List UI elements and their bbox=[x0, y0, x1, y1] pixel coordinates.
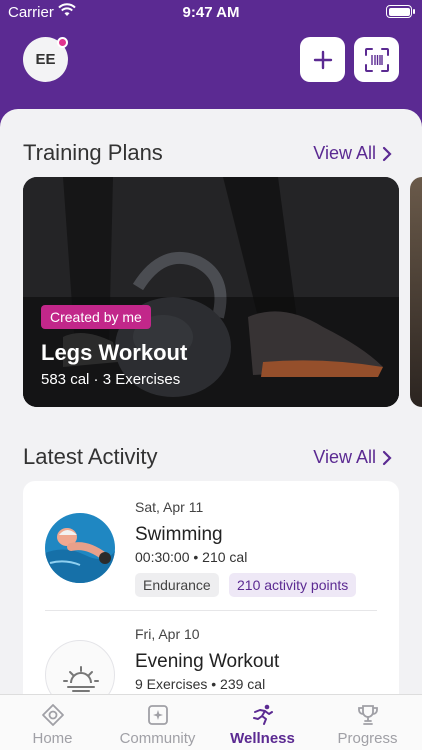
view-all-label: View All bbox=[313, 447, 376, 467]
activity-item[interactable]: Sat, Apr 11 Swimming 00:30:00 • 210 cal … bbox=[23, 481, 399, 611]
clock: 9:47 AM bbox=[182, 4, 240, 21]
activity-meta: 00:30:00 • 210 cal bbox=[135, 549, 248, 565]
activity-date: Fri, Apr 10 bbox=[135, 626, 200, 642]
plan-title: Legs Workout bbox=[41, 340, 188, 365]
scan-barcode-button[interactable] bbox=[354, 37, 399, 82]
tab-home[interactable]: Home bbox=[0, 695, 105, 750]
tab-progress[interactable]: Progress bbox=[315, 695, 420, 750]
training-plans-title: Training Plans bbox=[23, 140, 163, 165]
tab-label: Home bbox=[32, 730, 73, 747]
training-plan-card[interactable]: Created by me Legs Workout 583 cal · 3 E… bbox=[23, 177, 399, 407]
tab-label: Wellness bbox=[230, 730, 295, 747]
latest-activity-view-all-link[interactable]: View All bbox=[313, 447, 392, 468]
battery-icon bbox=[386, 5, 415, 18]
avatar[interactable]: EE bbox=[23, 37, 68, 82]
add-button[interactable] bbox=[300, 37, 345, 82]
home-icon bbox=[41, 704, 64, 726]
avatar-initials: EE bbox=[35, 51, 56, 68]
chevron-right-icon bbox=[382, 146, 392, 161]
barcode-scan-icon bbox=[364, 47, 389, 72]
chevron-right-icon bbox=[382, 450, 392, 465]
training-plans-view-all-link[interactable]: View All bbox=[313, 143, 392, 164]
next-plan-card-peek[interactable] bbox=[410, 177, 422, 407]
tab-wellness[interactable]: Wellness bbox=[210, 695, 315, 750]
trophy-icon bbox=[357, 705, 378, 725]
activity-name: Evening Workout bbox=[135, 651, 280, 672]
latest-activity-card: Sat, Apr 11 Swimming 00:30:00 • 210 cal … bbox=[23, 481, 399, 721]
endurance-tag: Endurance bbox=[135, 573, 219, 597]
plus-icon bbox=[313, 50, 332, 69]
created-by-me-badge: Created by me bbox=[41, 305, 151, 329]
notification-dot bbox=[57, 37, 68, 48]
wellness-icon bbox=[252, 704, 273, 725]
activity-date: Sat, Apr 11 bbox=[135, 499, 204, 515]
community-icon bbox=[147, 705, 168, 725]
tab-label: Community bbox=[119, 730, 196, 747]
tab-label: Progress bbox=[337, 730, 398, 747]
tab-community[interactable]: Community bbox=[105, 695, 210, 750]
plan-meta: 583 cal · 3 Exercises bbox=[41, 371, 181, 388]
activity-points-tag: 210 activity points bbox=[229, 573, 357, 597]
swimming-photo bbox=[45, 513, 115, 583]
view-all-label: View All bbox=[313, 143, 376, 163]
latest-activity-title: Latest Activity bbox=[23, 444, 158, 469]
activity-meta: 9 Exercises • 239 cal bbox=[135, 676, 266, 692]
activity-name: Swimming bbox=[135, 524, 223, 545]
tab-bar: Home Community Wellness Progress bbox=[0, 694, 422, 750]
status-bar: Carrier 9:47 AM bbox=[0, 0, 422, 24]
